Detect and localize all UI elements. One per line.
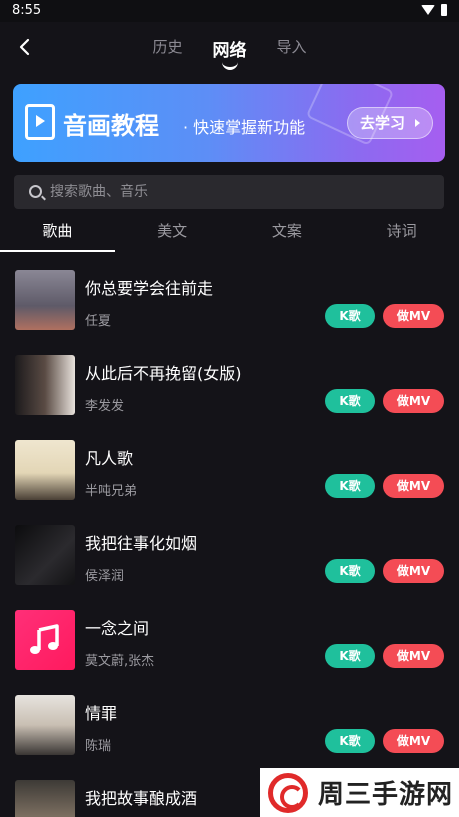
album-cover (15, 610, 75, 670)
header: 历史 网络 导入 (0, 22, 459, 74)
tab-essays[interactable]: 美文 (115, 212, 230, 252)
karaoke-button[interactable]: K歌 (325, 559, 375, 583)
song-artist: 任夏 (85, 314, 112, 329)
album-cover (15, 440, 75, 500)
song-artist: 李发发 (85, 399, 125, 414)
make-mv-button[interactable]: 做MV (383, 559, 444, 583)
tab-import[interactable]: 导入 (277, 36, 307, 61)
karaoke-button[interactable]: K歌 (325, 729, 375, 753)
album-cover (15, 780, 75, 817)
banner-subtitle: · 快速掌握新功能 (183, 118, 306, 137)
make-mv-button[interactable]: 做MV (383, 474, 444, 498)
karaoke-button[interactable]: K歌 (325, 389, 375, 413)
list-item[interactable]: 你总要学会往前走 任夏 K歌 做MV (0, 255, 459, 340)
wifi-icon (421, 5, 435, 15)
status-bar: 8:55 (0, 0, 459, 22)
song-title: 凡人歌 (85, 449, 134, 468)
karaoke-button[interactable]: K歌 (325, 474, 375, 498)
banner-title: 音画教程 (63, 112, 159, 140)
song-artist: 半吨兄弟 (85, 484, 138, 499)
tab-network[interactable]: 网络 (213, 36, 247, 61)
go-learn-button[interactable]: 去学习 (347, 107, 433, 139)
make-mv-button[interactable]: 做MV (383, 389, 444, 413)
list-item[interactable]: 我把往事化如烟 侯泽润 K歌 做MV (0, 510, 459, 595)
tutorial-banner[interactable]: 音画教程 · 快速掌握新功能 去学习 (13, 84, 445, 162)
album-cover (15, 270, 75, 330)
song-artist: 侯泽润 (85, 569, 125, 584)
list-item[interactable]: 一念之间 莫文蔚,张杰 K歌 做MV (0, 595, 459, 680)
battery-icon (441, 4, 447, 16)
karaoke-button[interactable]: K歌 (325, 644, 375, 668)
tutorial-book-icon (25, 104, 55, 140)
make-mv-button[interactable]: 做MV (383, 304, 444, 328)
song-artist: 陈瑞 (85, 739, 112, 754)
site-watermark: 周三手游网 (260, 768, 459, 817)
status-icons (421, 4, 447, 16)
go-learn-label: 去学习 (360, 114, 406, 132)
song-title: 你总要学会往前走 (85, 279, 214, 298)
make-mv-button[interactable]: 做MV (383, 644, 444, 668)
play-triangle-icon (415, 119, 420, 127)
make-mv-button[interactable]: 做MV (383, 729, 444, 753)
karaoke-button[interactable]: K歌 (325, 304, 375, 328)
status-time: 8:55 (12, 3, 42, 18)
album-cover (15, 525, 75, 585)
search-bar[interactable] (14, 175, 444, 209)
album-cover (15, 355, 75, 415)
search-icon (29, 185, 42, 198)
tab-poetry[interactable]: 诗词 (344, 212, 459, 252)
song-title: 情罪 (85, 704, 118, 723)
song-list: 你总要学会往前走 任夏 K歌 做MV 从此后不再挽留(女版) 李发发 K歌 做M… (0, 255, 459, 817)
watermark-text: 周三手游网 (318, 780, 454, 810)
watermark-logo-icon (268, 772, 308, 813)
category-tabs: 歌曲 美文 文案 诗词 (0, 212, 459, 252)
tab-copywriting[interactable]: 文案 (230, 212, 345, 252)
album-cover (15, 695, 75, 755)
tab-songs[interactable]: 歌曲 (0, 212, 115, 252)
song-artist: 莫文蔚,张杰 (85, 654, 155, 669)
song-title: 我把往事化如烟 (85, 534, 198, 553)
list-item[interactable]: 情罪 陈瑞 K歌 做MV (0, 680, 459, 765)
search-input[interactable] (50, 175, 430, 209)
song-title: 从此后不再挽留(女版) (85, 364, 242, 383)
list-item[interactable]: 凡人歌 半吨兄弟 K歌 做MV (0, 425, 459, 510)
song-title: 一念之间 (85, 619, 150, 638)
song-title: 我把故事酿成酒 (85, 789, 198, 808)
list-item[interactable]: 从此后不再挽留(女版) 李发发 K歌 做MV (0, 340, 459, 425)
top-tabs: 历史 网络 导入 (0, 36, 459, 61)
tab-history[interactable]: 历史 (152, 36, 182, 61)
music-note-icon (30, 624, 59, 654)
